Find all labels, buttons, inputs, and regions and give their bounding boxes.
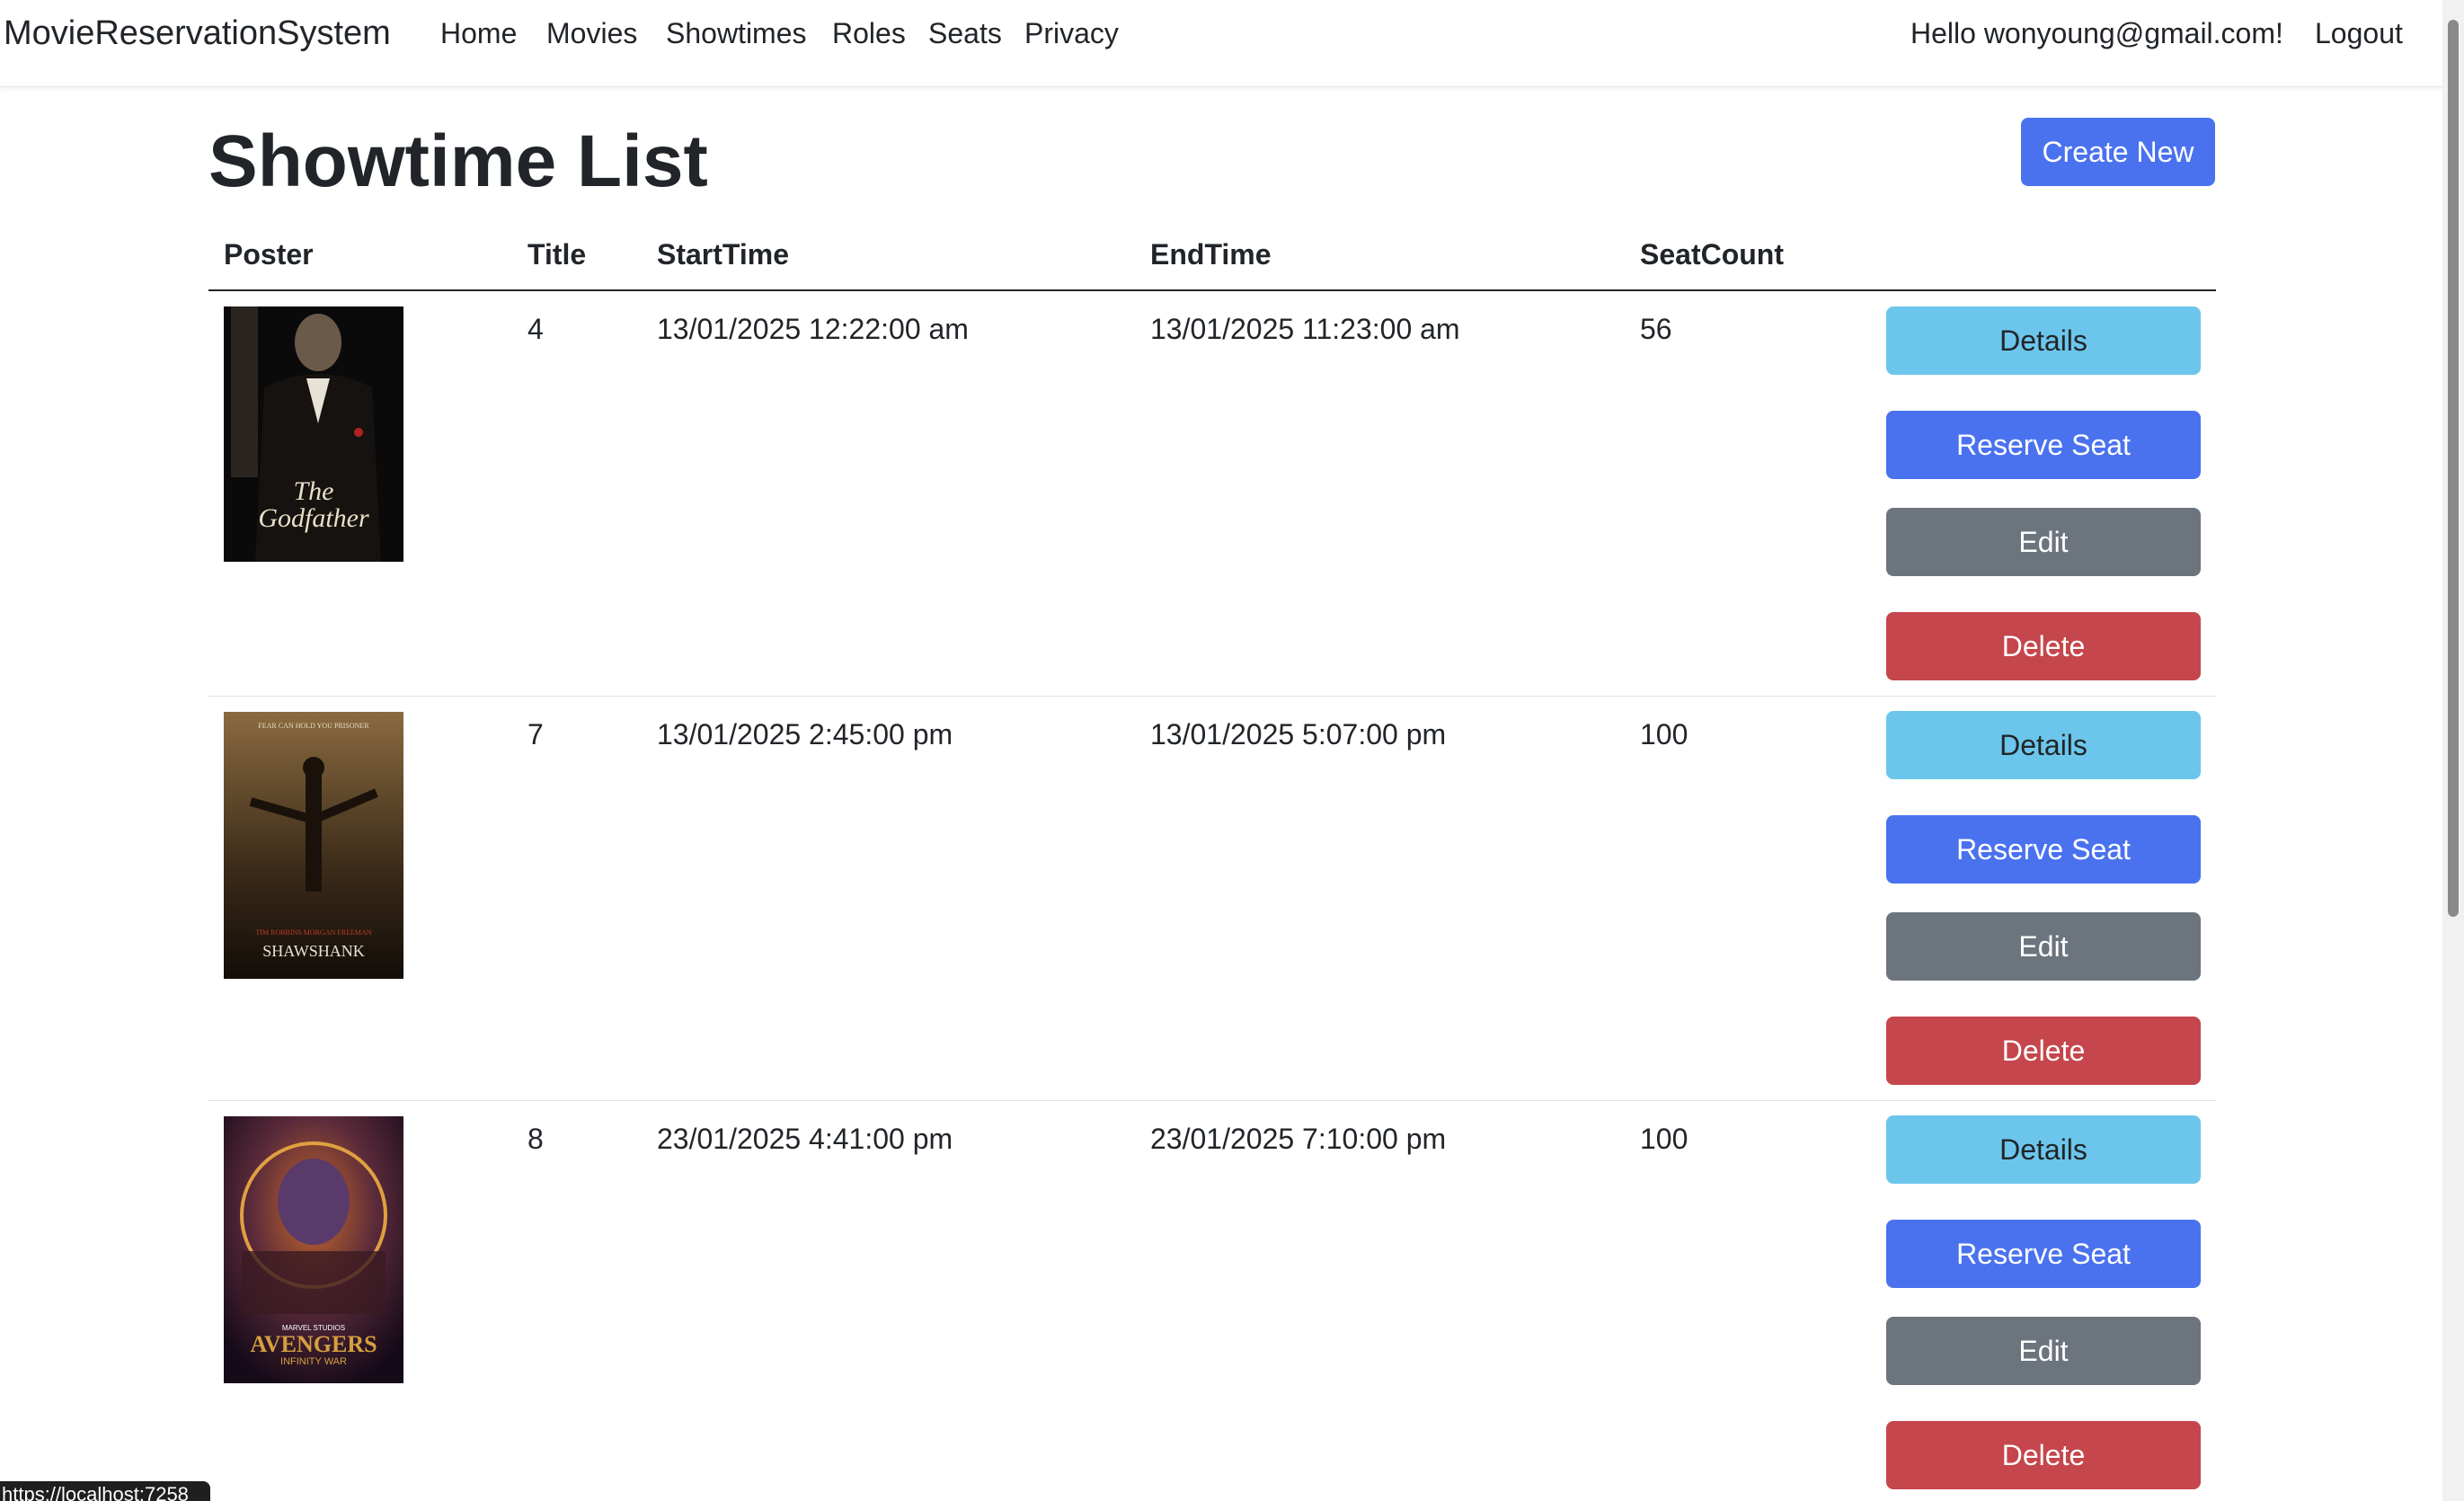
showtime-title: 4 [527, 313, 544, 345]
details-button[interactable]: Details [1886, 711, 2201, 779]
navbar: MovieReservationSystem Home Movies Showt… [0, 0, 2442, 87]
svg-text:The: The [294, 476, 334, 506]
vertical-scrollbar[interactable] [2442, 0, 2464, 1501]
edit-button[interactable]: Edit [1886, 1317, 2201, 1385]
showtime-title: 8 [527, 1123, 544, 1155]
edit-button[interactable]: Edit [1886, 912, 2201, 981]
scrollbar-thumb[interactable] [2448, 20, 2459, 917]
showtime-end: 23/01/2025 7:10:00 pm [1150, 1123, 1447, 1155]
svg-text:AVENGERS: AVENGERS [250, 1331, 377, 1357]
status-bar-url: https://localhost:7258 [0, 1481, 210, 1501]
nav-privacy[interactable]: Privacy [1024, 17, 1119, 50]
nav-home[interactable]: Home [440, 17, 517, 50]
column-header-endtime: EndTime [1150, 238, 1272, 271]
row-divider [208, 696, 2216, 697]
svg-text:Godfather: Godfather [258, 503, 369, 533]
page-title: Showtime List [208, 120, 708, 202]
delete-button[interactable]: Delete [1886, 1421, 2201, 1489]
reserve-seat-button[interactable]: Reserve Seat [1886, 815, 2201, 884]
showtime-title: 7 [527, 718, 544, 750]
showtime-seatcount: 100 [1640, 1123, 1688, 1155]
row-divider [208, 1100, 2216, 1101]
table-header-divider [208, 289, 2216, 291]
column-header-seatcount: SeatCount [1640, 238, 1784, 271]
nav-seats[interactable]: Seats [928, 17, 1002, 50]
showtime-end: 13/01/2025 11:23:00 am [1150, 313, 1460, 345]
reserve-seat-button[interactable]: Reserve Seat [1886, 411, 2201, 479]
logout-button[interactable]: Logout [2315, 17, 2403, 50]
svg-text:TIM ROBBINS MORGAN FREEMAN: TIM ROBBINS MORGAN FREEMAN [255, 928, 371, 937]
nav-movies[interactable]: Movies [546, 17, 637, 50]
godfather-poster: The Godfather [224, 306, 403, 562]
details-button[interactable]: Details [1886, 1115, 2201, 1184]
edit-button[interactable]: Edit [1886, 508, 2201, 576]
showtime-start: 13/01/2025 12:22:00 am [657, 313, 969, 345]
showtime-end: 13/01/2025 5:07:00 pm [1150, 718, 1447, 750]
shawshank-poster: FEAR CAN HOLD YOU PRISONER TIM ROBBINS M… [224, 712, 403, 979]
svg-text:INFINITY WAR: INFINITY WAR [280, 1356, 347, 1367]
showtime-seatcount: 100 [1640, 718, 1688, 750]
reserve-seat-button[interactable]: Reserve Seat [1886, 1220, 2201, 1288]
svg-text:FEAR CAN HOLD YOU PRISONER: FEAR CAN HOLD YOU PRISONER [258, 722, 369, 730]
column-header-poster: Poster [224, 238, 314, 271]
column-header-title: Title [527, 238, 587, 271]
create-new-button[interactable]: Create New [2021, 118, 2215, 186]
nav-roles[interactable]: Roles [832, 17, 906, 50]
nav-showtimes[interactable]: Showtimes [666, 17, 807, 50]
details-button[interactable]: Details [1886, 306, 2201, 375]
delete-button[interactable]: Delete [1886, 612, 2201, 680]
showtime-start: 13/01/2025 2:45:00 pm [657, 718, 953, 750]
column-header-starttime: StartTime [657, 238, 790, 271]
brand-link[interactable]: MovieReservationSystem [4, 14, 391, 53]
showtime-seatcount: 56 [1640, 313, 1672, 345]
svg-text:SHAWSHANK: SHAWSHANK [262, 942, 365, 960]
delete-button[interactable]: Delete [1886, 1017, 2201, 1085]
avengers-poster: MARVEL STUDIOS AVENGERS INFINITY WAR [224, 1116, 403, 1383]
user-greeting[interactable]: Hello wonyoung@gmail.com! [1910, 17, 2283, 50]
showtime-start: 23/01/2025 4:41:00 pm [657, 1123, 953, 1155]
